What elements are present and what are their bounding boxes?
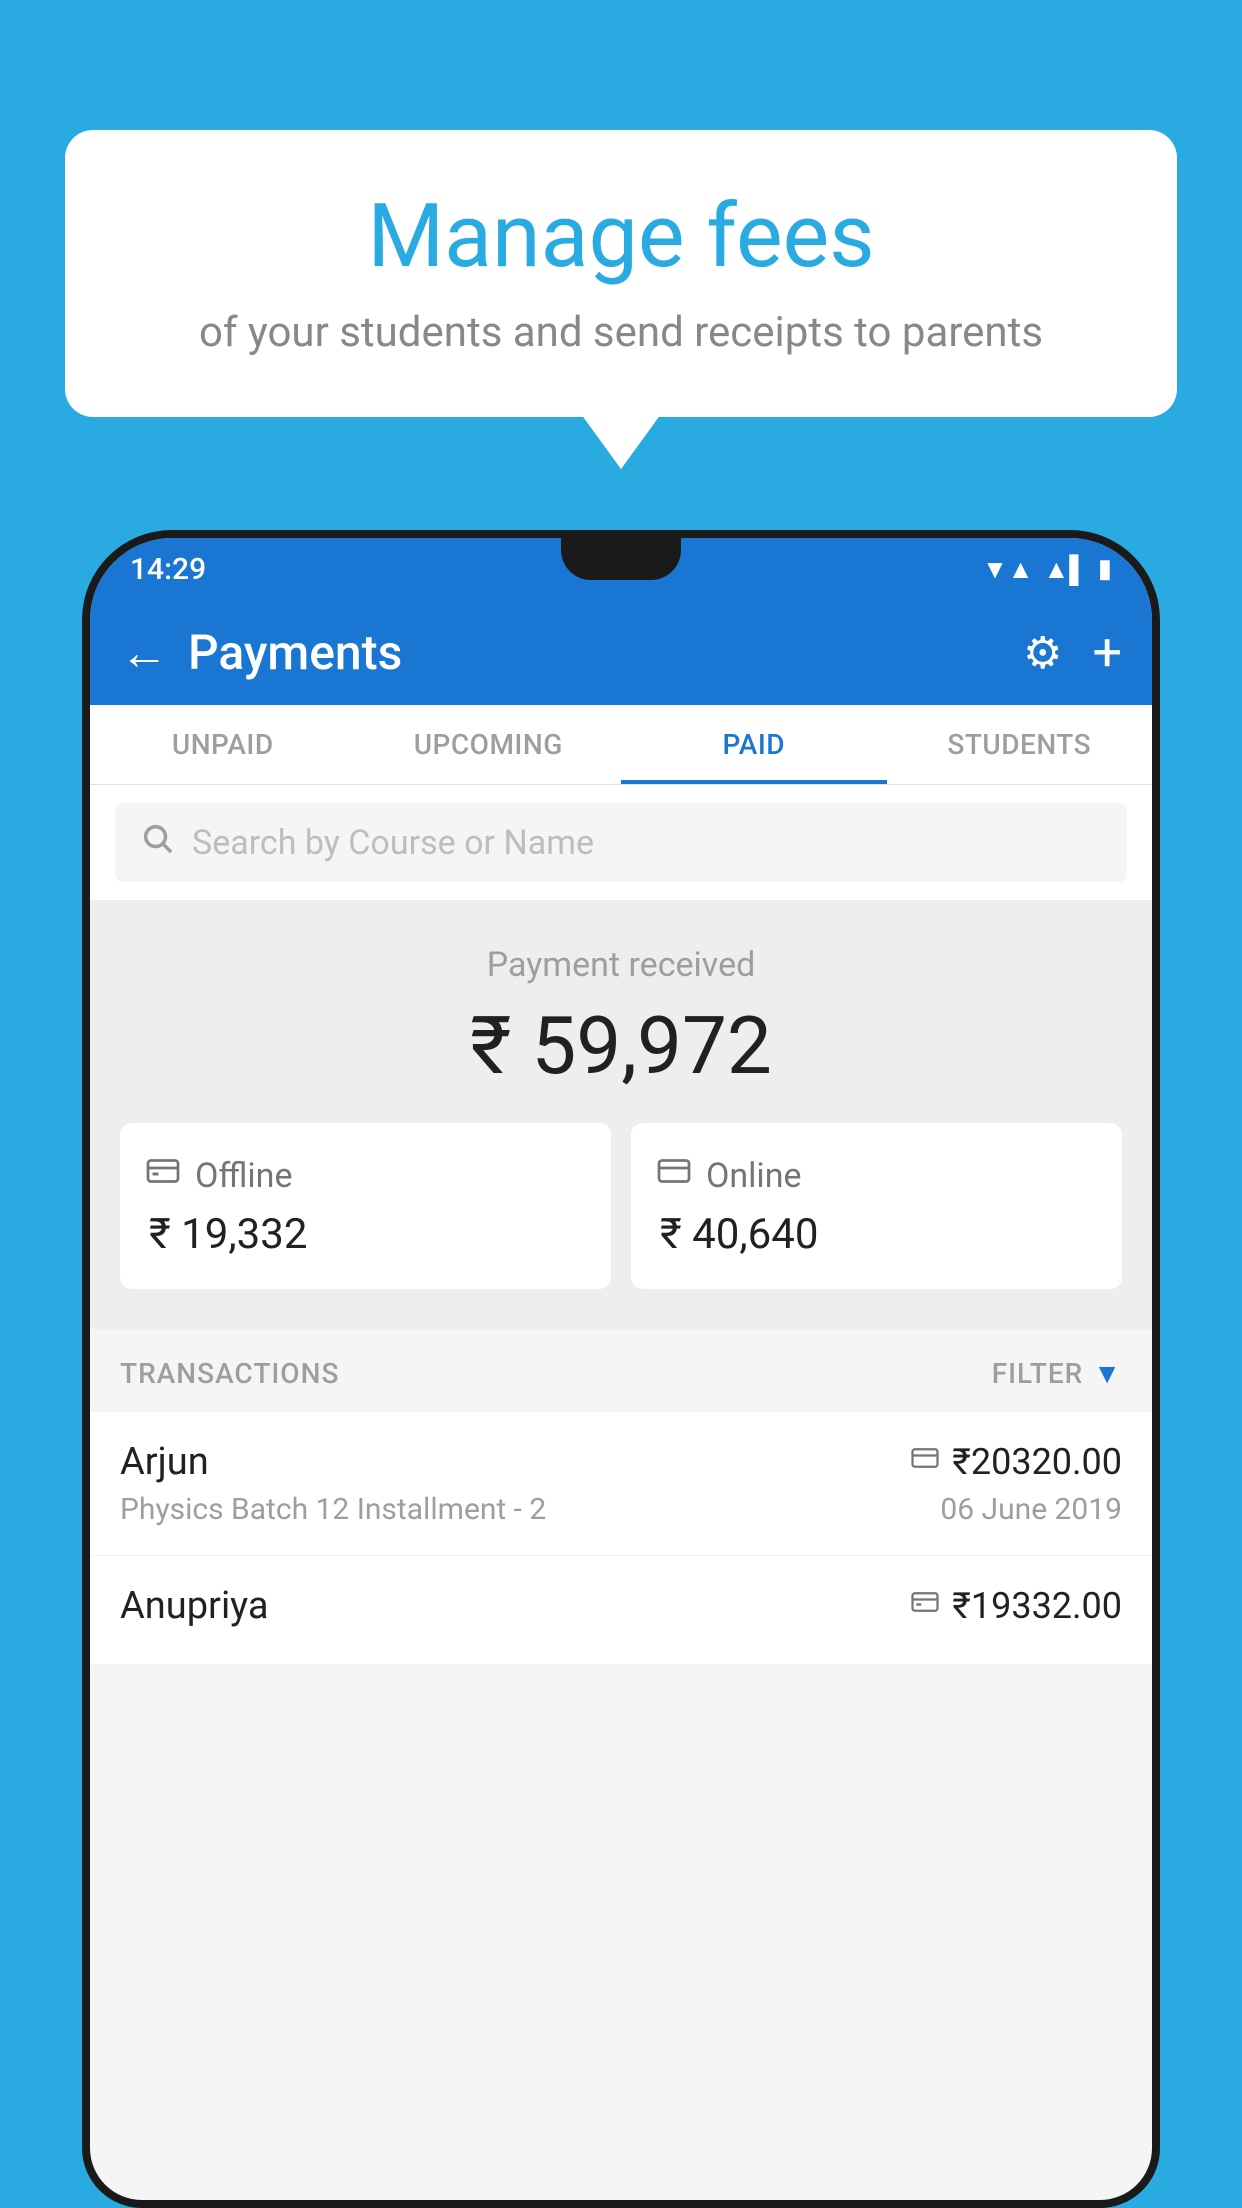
payment-cards: Offline ₹ 19,332 Online ₹ 4 [120, 1123, 1122, 1289]
filter-button[interactable]: FILTER ▼ [992, 1357, 1122, 1390]
speech-bubble: Manage fees of your students and send re… [65, 130, 1177, 417]
phone-frame: 14:29 ▼▲ ▲▌ ▮ ← Payments ⚙ + UNPAID UPCO… [82, 530, 1160, 2208]
transaction-amount-row: ₹20320.00 [910, 1441, 1122, 1483]
transaction-amount: ₹19332.00 [952, 1585, 1122, 1627]
back-button[interactable]: ← [120, 624, 168, 681]
app-title: Payments [188, 624, 1023, 681]
online-amount: ₹ 40,640 [656, 1210, 818, 1259]
payment-received-section: Payment received ₹ 59,972 Offline [90, 900, 1152, 1329]
bubble-subtitle: of your students and send receipts to pa… [125, 308, 1117, 357]
payment-type-icon [910, 1587, 940, 1625]
signal-icon: ▲▌ [1044, 554, 1088, 585]
offline-amount: ₹ 19,332 [145, 1210, 307, 1259]
payment-received-label: Payment received [120, 945, 1122, 985]
payment-amount: ₹ 59,972 [120, 999, 1122, 1093]
gear-button[interactable]: ⚙ [1023, 627, 1062, 679]
battery-icon: ▮ [1098, 554, 1112, 584]
offline-card-header: Offline [145, 1153, 292, 1198]
online-card-header: Online [656, 1153, 802, 1198]
online-icon [656, 1153, 692, 1198]
status-icons: ▼▲ ▲▌ ▮ [982, 554, 1112, 585]
search-placeholder: Search by Course or Name [192, 823, 594, 863]
transaction-bottom: Physics Batch 12 Installment - 2 06 June… [120, 1492, 1122, 1527]
search-container: Search by Course or Name [90, 785, 1152, 900]
transaction-top: Arjun ₹20320.00 [120, 1440, 1122, 1484]
transactions-header: TRANSACTIONS FILTER ▼ [90, 1329, 1152, 1412]
online-label: Online [706, 1156, 802, 1196]
tab-students[interactable]: STUDENTS [887, 705, 1153, 784]
filter-label: FILTER [992, 1357, 1084, 1390]
search-icon [140, 821, 174, 864]
wifi-icon: ▼▲ [982, 554, 1033, 585]
transaction-name: Arjun [120, 1440, 209, 1484]
tab-upcoming[interactable]: UPCOMING [356, 705, 622, 784]
app-bar: ← Payments ⚙ + [90, 600, 1152, 705]
tab-unpaid[interactable]: UNPAID [90, 705, 356, 784]
transaction-amount-row: ₹19332.00 [910, 1585, 1122, 1627]
transaction-row[interactable]: Arjun ₹20320.00 Physics Batch 12 Install… [90, 1412, 1152, 1556]
transaction-course: Physics Batch 12 Installment - 2 [120, 1492, 546, 1527]
online-card: Online ₹ 40,640 [631, 1123, 1122, 1289]
transaction-date: 06 June 2019 [940, 1492, 1122, 1527]
transaction-top: Anupriya ₹19332.00 [120, 1584, 1122, 1628]
tabs-bar: UNPAID UPCOMING PAID STUDENTS [90, 705, 1152, 785]
offline-label: Offline [195, 1156, 292, 1196]
status-time: 14:29 [130, 552, 206, 587]
filter-icon: ▼ [1093, 1357, 1122, 1390]
speech-bubble-container: Manage fees of your students and send re… [65, 130, 1177, 417]
phone-inner: 14:29 ▼▲ ▲▌ ▮ ← Payments ⚙ + UNPAID UPCO… [90, 538, 1152, 2200]
transaction-name: Anupriya [120, 1584, 269, 1628]
transaction-amount: ₹20320.00 [952, 1441, 1122, 1483]
status-bar: 14:29 ▼▲ ▲▌ ▮ [90, 538, 1152, 600]
transaction-row[interactable]: Anupriya ₹19332.00 [90, 1556, 1152, 1665]
payment-type-icon [910, 1443, 940, 1481]
transactions-label: TRANSACTIONS [120, 1357, 339, 1390]
bubble-title: Manage fees [125, 185, 1117, 288]
add-button[interactable]: + [1092, 622, 1122, 683]
offline-card: Offline ₹ 19,332 [120, 1123, 611, 1289]
notch [561, 538, 681, 580]
search-box[interactable]: Search by Course or Name [115, 803, 1127, 882]
offline-icon [145, 1153, 181, 1198]
tab-paid[interactable]: PAID [621, 705, 887, 784]
